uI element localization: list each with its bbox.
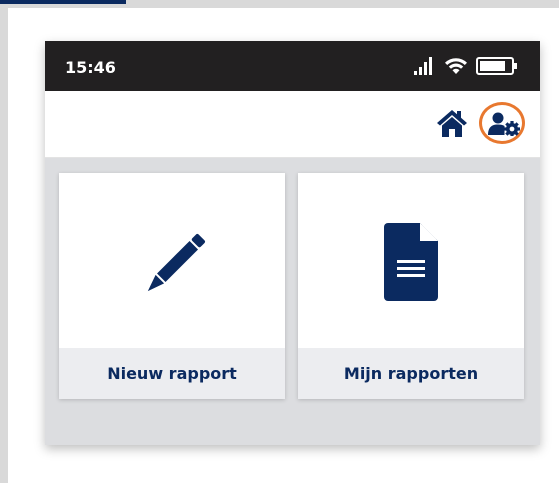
new-report-label: Nieuw rapport: [59, 348, 285, 399]
battery-icon: [476, 57, 517, 75]
user-settings-icon: [488, 112, 520, 136]
home-icon[interactable]: [435, 108, 469, 138]
top-toolbar: [45, 91, 540, 158]
status-icons: [398, 57, 518, 75]
phone-screen: 15:46 Nieuw rapport Mijn rapporten: [45, 41, 540, 445]
wifi-icon: [445, 58, 467, 74]
document-icon: [384, 223, 438, 301]
status-time: 15:46: [65, 58, 116, 77]
pencil-icon: [147, 234, 205, 292]
status-bar: 15:46: [45, 41, 540, 91]
tile-icon-area: [298, 173, 524, 348]
outer-frame-left: [0, 0, 8, 483]
my-reports-label: Mijn rapporten: [298, 348, 524, 399]
user-settings-button[interactable]: [479, 102, 525, 144]
tile-icon-area: [59, 173, 285, 348]
new-report-tile[interactable]: Nieuw rapport: [59, 173, 285, 399]
signal-icon: [414, 57, 432, 75]
frame-accent-bar: [0, 0, 126, 4]
my-reports-tile[interactable]: Mijn rapporten: [298, 173, 524, 399]
